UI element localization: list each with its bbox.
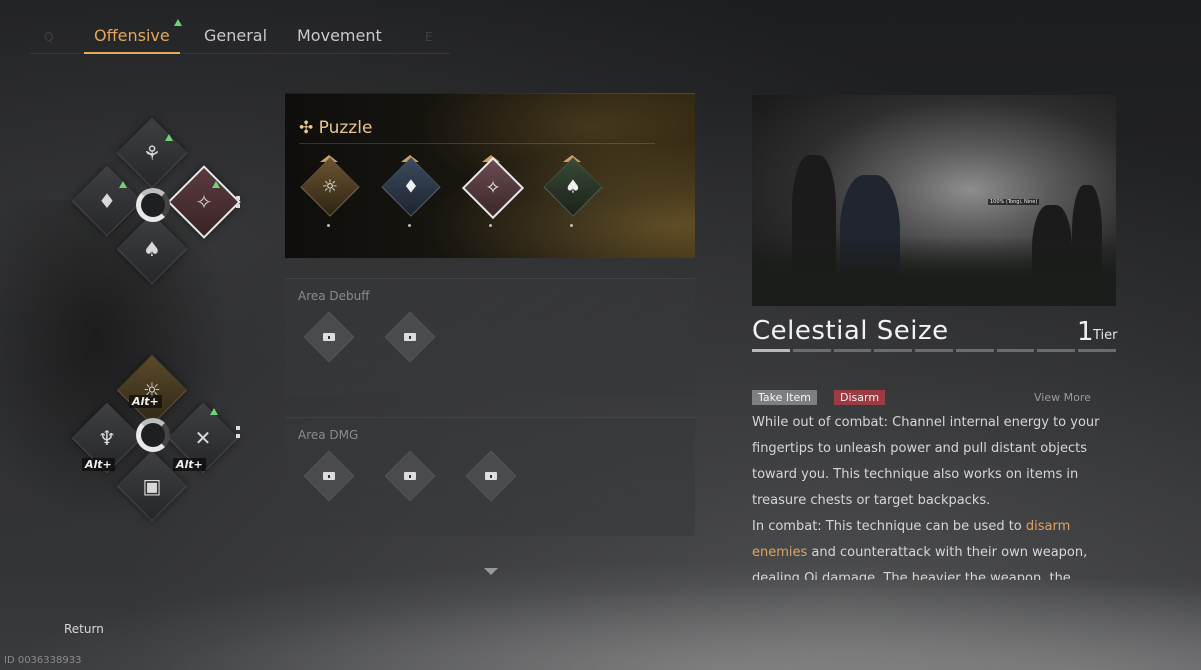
locked-skill-slot[interactable] [303, 311, 355, 363]
return-button[interactable]: Return [64, 622, 104, 636]
swoop-icon: ♠ [143, 237, 161, 261]
lock-icon [485, 472, 497, 480]
gourd-icon: ♦ [402, 176, 420, 198]
area-dmg-title: Area DMG [298, 428, 359, 442]
wheel2-center-ring [136, 418, 170, 452]
skill-description: While out of combat: Channel internal en… [752, 410, 1112, 580]
lock-icon [323, 333, 335, 341]
puzzle-section-title: ✣ Puzzle [299, 118, 372, 138]
gourd-icon: ♦ [98, 189, 116, 213]
skill-dot [327, 224, 330, 227]
preview-foliage [752, 236, 1116, 306]
swoop-icon: ♠ [564, 176, 582, 198]
description-out-of-combat: While out of combat: Channel internal en… [752, 415, 1100, 508]
view-more-link[interactable]: View More [1034, 391, 1091, 404]
skill-name: Celestial Seize [752, 316, 949, 346]
category-tabs: Q Offensive General Movement E [30, 18, 450, 54]
upgrade-available-icon [119, 181, 127, 188]
tabs-divider [30, 53, 450, 54]
figure-icon: ♆ [98, 426, 116, 450]
alt-keybind-label: Alt+ [129, 395, 162, 408]
wheel-more-indicator [236, 196, 240, 208]
puzzle-skill-archer[interactable]: ☼ [300, 157, 360, 217]
tab-movement[interactable]: Movement [297, 26, 382, 45]
tab-general[interactable]: General [204, 26, 267, 45]
skill-dot [570, 224, 573, 227]
alt-key-text: Alt [85, 458, 103, 471]
wheel-center-ring [136, 188, 170, 222]
wheel-slot-top[interactable]: ⚘ [116, 117, 188, 189]
tag-disarm[interactable]: Disarm [834, 390, 886, 405]
celestial-seize-icon: ✧ [485, 177, 501, 199]
locked-skill-slot[interactable] [384, 311, 436, 363]
area-dmg-section: Area DMG [285, 417, 695, 536]
celestial-seize-icon: ✧ [195, 190, 213, 214]
tier-number: 1 [1077, 317, 1094, 347]
next-tab-key-hint: E [425, 30, 433, 44]
upgrade-available-icon [210, 408, 218, 415]
puzzle-skill-gourd[interactable]: ♦ [381, 157, 441, 217]
description-text: In combat: This technique can be used to [752, 519, 1026, 534]
puzzle-icon: ✣ [299, 118, 314, 138]
tab-offensive[interactable]: Offensive [84, 26, 180, 54]
lock-icon: ▣ [142, 474, 162, 498]
crossed-blades-icon: ✕ [194, 426, 212, 450]
alt-key-text: Alt [176, 458, 194, 471]
puzzle-skill-celestial-seize[interactable]: ✧ [461, 156, 525, 220]
upgrade-available-icon [212, 181, 220, 188]
puzzle-skill-swoop[interactable]: ♠ [543, 157, 603, 217]
upgrade-available-icon [165, 134, 173, 141]
tier-label: Tier [1093, 328, 1118, 343]
beast-claw-icon: ⚘ [143, 141, 161, 165]
alt-key-text: Alt [132, 395, 150, 408]
description-in-combat: In combat: This technique can be used to… [752, 514, 1112, 580]
puzzle-section: ✣ Puzzle ☼ ♦ ✧ ♠ [285, 93, 695, 258]
area-debuff-section: Area Debuff [285, 278, 695, 397]
tier-progress-bar [752, 349, 1117, 352]
skill-dot [408, 224, 411, 227]
locked-skill-slot[interactable] [303, 450, 355, 502]
lock-icon [323, 472, 335, 480]
alt-keybind-label: Alt+ [82, 458, 115, 471]
user-id-label: ID 0036338933 [4, 655, 82, 666]
locked-skill-slot[interactable] [384, 450, 436, 502]
archer-icon: ☼ [321, 176, 339, 198]
scroll-down-arrow-icon[interactable] [484, 568, 498, 575]
upgrade-available-icon [174, 19, 182, 26]
alt-keybind-label: Alt+ [173, 458, 206, 471]
area-debuff-title: Area Debuff [298, 289, 370, 303]
preview-name-tag: 100% (Tongi, Nine) [988, 199, 1040, 205]
skill-dot [489, 224, 492, 227]
puzzle-divider [299, 143, 655, 144]
lock-icon [404, 472, 416, 480]
skill-preview-image: 100% (Tongi, Nine) [752, 95, 1116, 306]
lock-icon [404, 333, 416, 341]
tag-take-item[interactable]: Take Item [752, 390, 817, 405]
locked-skill-slot[interactable] [465, 450, 517, 502]
wheel2-more-indicator [236, 426, 240, 438]
prev-tab-key-hint: Q [44, 30, 54, 44]
puzzle-title-text: Puzzle [318, 118, 373, 138]
